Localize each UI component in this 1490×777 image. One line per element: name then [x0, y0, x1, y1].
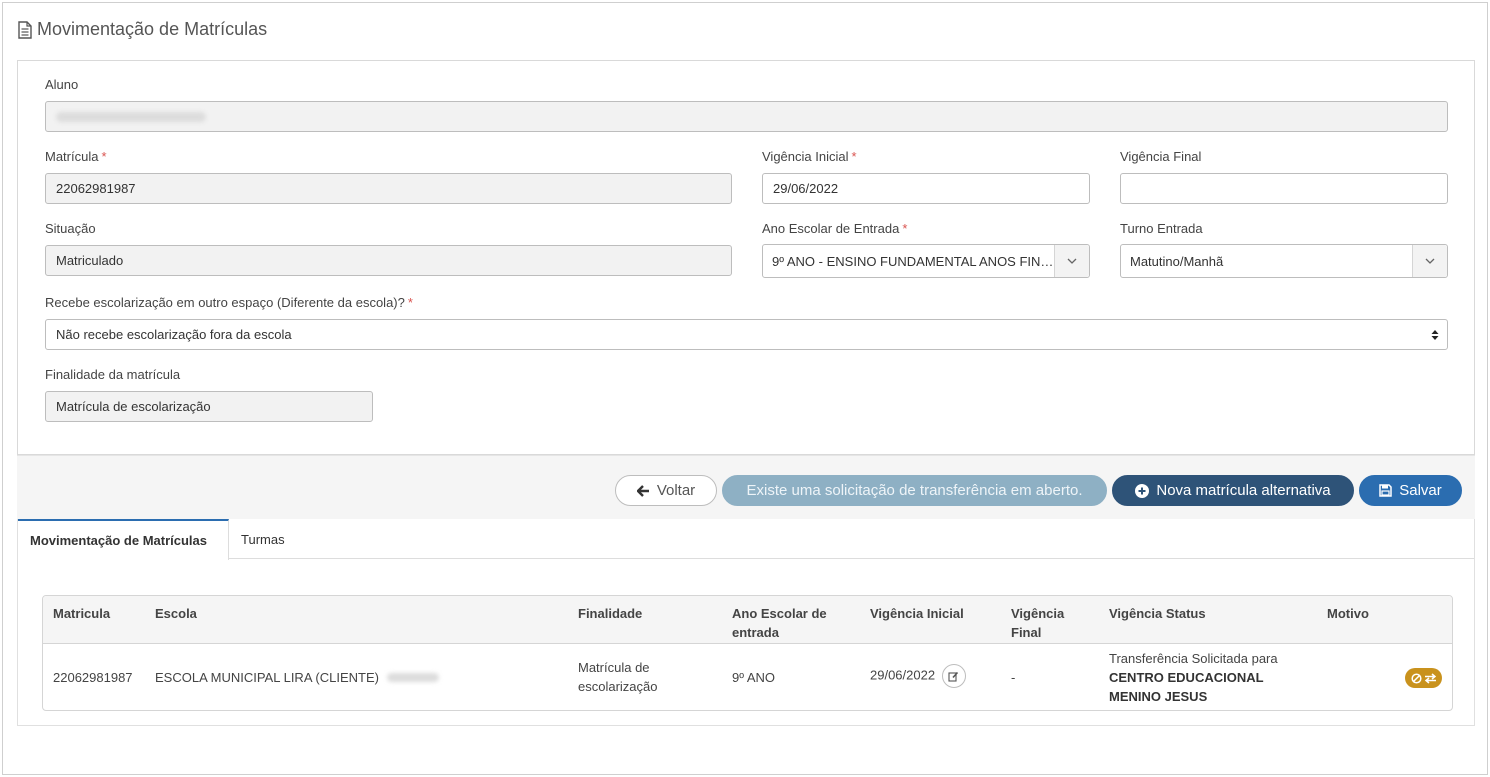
- tabs-panel: Movimentação de Matrículas Turmas Matric…: [17, 519, 1475, 726]
- vigencia-final-input[interactable]: [1120, 173, 1448, 204]
- salvar-button[interactable]: Salvar: [1359, 475, 1462, 506]
- save-icon: [1379, 484, 1392, 497]
- voltar-button[interactable]: Voltar: [615, 475, 717, 506]
- finalidade-label: Finalidade da matrícula: [45, 367, 181, 382]
- finalidade-field: Matrícula de escolarização: [45, 391, 373, 422]
- aluno-label: Aluno: [45, 77, 79, 92]
- th-ano-escolar: Ano Escolar de entrada: [732, 606, 827, 640]
- escola-code-redacted: [386, 673, 439, 682]
- salvar-label: Salvar: [1399, 482, 1442, 499]
- cell-vigencia-inicial: 29/06/2022: [870, 664, 966, 688]
- recebe-select[interactable]: Não recebe escolarização fora da escola: [45, 319, 1448, 350]
- cell-matricula: 22062981987: [53, 670, 133, 685]
- sort-updown-icon: [1423, 329, 1447, 341]
- arrow-left-icon: [636, 484, 649, 497]
- page-title: Movimentação de Matrículas: [17, 19, 267, 40]
- page-title-text: Movimentação de Matrículas: [37, 19, 268, 39]
- recebe-value: Não recebe escolarização fora da escola: [56, 327, 292, 342]
- ano-escolar-label: Ano Escolar de Entrada *: [762, 221, 908, 236]
- turno-label: Turno Entrada: [1120, 221, 1203, 236]
- th-vigencia-inicial: Vigência Inicial: [870, 606, 964, 621]
- th-motivo: Motivo: [1327, 606, 1369, 621]
- chevron-down-icon[interactable]: [1412, 245, 1447, 277]
- page-container: Movimentação de Matrículas Aluno Matrícu…: [2, 2, 1488, 775]
- th-matricula: Matricula: [53, 606, 111, 621]
- exchange-icon: [1424, 672, 1436, 684]
- table-row: 22062981987 ESCOLA MUNICIPAL LIRA (CLIEN…: [43, 644, 1452, 710]
- table-header: Matricula Escola Finalidade Ano Escolar …: [43, 596, 1452, 644]
- cell-vigencia-status: Transferência Solicitada para CENTRO EDU…: [1109, 651, 1278, 704]
- situacao-field: Matriculado: [45, 245, 732, 276]
- th-vigencia-final: Vigência Final: [1011, 606, 1065, 640]
- chevron-down-icon[interactable]: [1054, 245, 1089, 277]
- aluno-field: [45, 101, 1448, 132]
- matricula-label: Matrícula *: [45, 149, 107, 164]
- ano-escolar-value: 9º ANO - ENSINO FUNDAMENTAL ANOS FINAIS: [772, 253, 1054, 269]
- recebe-label: Recebe escolarização em outro espaço (Di…: [45, 295, 413, 310]
- tab-movimentacao[interactable]: Movimentação de Matrículas: [18, 519, 229, 560]
- vigencia-inicial-input[interactable]: 29/06/2022: [762, 173, 1090, 204]
- enrollment-form: Aluno Matrícula * 22062981987 Vigência In…: [17, 60, 1475, 455]
- edit-icon: [948, 671, 959, 682]
- th-finalidade: Finalidade: [578, 606, 643, 621]
- motivo-transferencia-button[interactable]: [1405, 668, 1442, 688]
- th-vigencia-status: Vigência Status: [1109, 606, 1206, 621]
- tab-turmas[interactable]: Turmas: [229, 519, 297, 559]
- ano-escolar-select[interactable]: 9º ANO - ENSINO FUNDAMENTAL ANOS FINAIS: [762, 244, 1090, 278]
- edit-vigencia-button[interactable]: [941, 664, 966, 688]
- th-escola: Escola: [155, 606, 197, 621]
- matricula-field: 22062981987: [45, 173, 732, 204]
- ban-icon: [1410, 672, 1422, 684]
- file-text-icon: [18, 20, 32, 39]
- matriculas-table: Matricula Escola Finalidade Ano Escolar …: [42, 595, 1453, 711]
- aluno-name-redacted: [56, 111, 206, 122]
- situacao-label: Situação: [45, 221, 96, 236]
- nova-matricula-button[interactable]: Nova matrícula alternativa: [1112, 475, 1354, 506]
- cell-finalidade: Matrícula de escolarização: [578, 660, 658, 694]
- transferencia-label: Existe uma solicitação de transferência …: [746, 482, 1083, 499]
- nova-matricula-label: Nova matrícula alternativa: [1156, 482, 1331, 499]
- transferencia-pendente-button[interactable]: Existe uma solicitação de transferência …: [722, 475, 1107, 506]
- turno-select[interactable]: Matutino/Manhã: [1120, 244, 1448, 278]
- turno-value: Matutino/Manhã: [1130, 253, 1224, 269]
- plus-circle-icon: [1135, 483, 1150, 498]
- vigencia-inicial-label: Vigência Inicial *: [762, 149, 857, 164]
- vigencia-final-label: Vigência Final: [1120, 149, 1202, 164]
- voltar-label: Voltar: [656, 482, 696, 499]
- tab-bar: Movimentação de Matrículas Turmas: [18, 519, 1474, 560]
- cell-vigencia-final: -: [1011, 670, 1016, 685]
- cell-escola: ESCOLA MUNICIPAL LIRA (CLIENTE): [155, 668, 439, 687]
- cell-ano: 9º ANO: [732, 670, 776, 685]
- actions-bar: Voltar Existe uma solicitação de transfe…: [17, 455, 1475, 519]
